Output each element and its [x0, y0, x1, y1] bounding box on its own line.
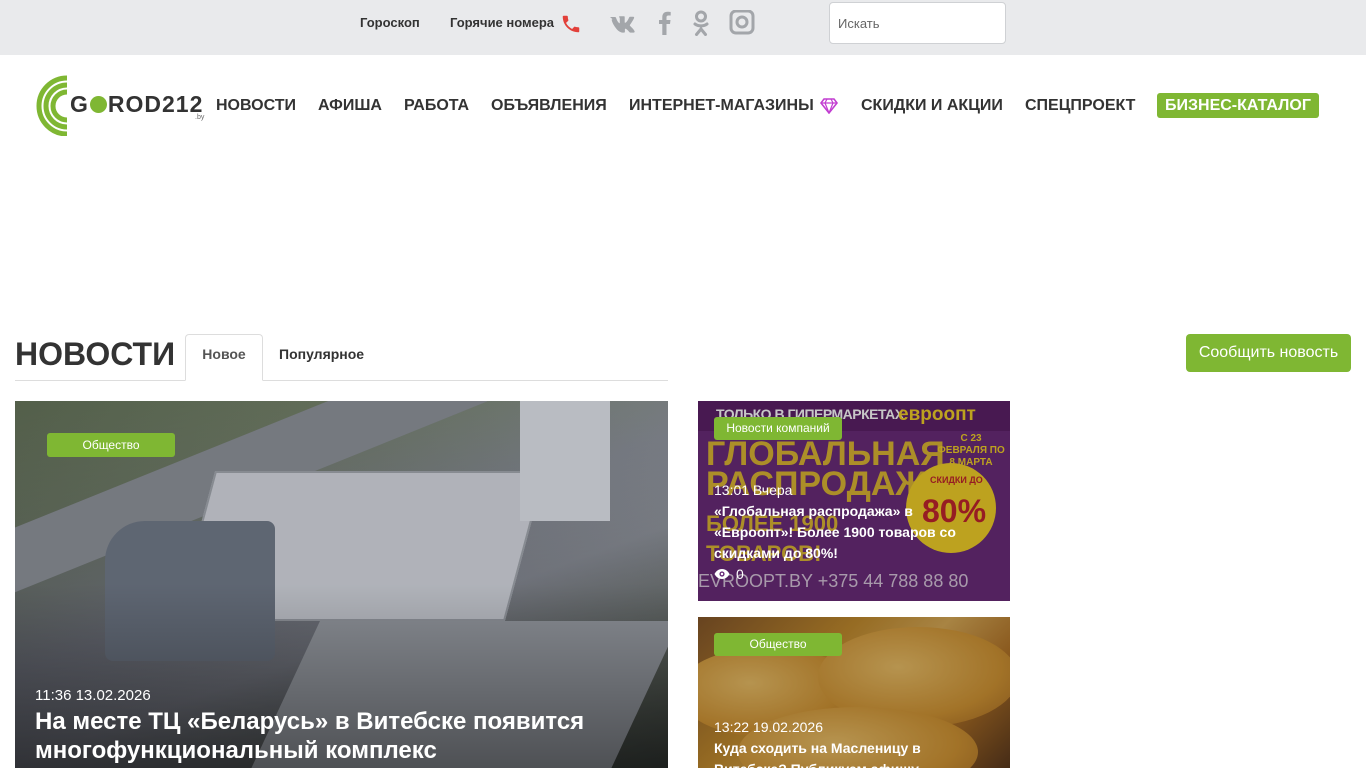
page-title: НОВОСТИ: [15, 336, 176, 372]
top-bar: Гороскоп Горячие номера: [0, 0, 1366, 55]
tabs-divider: [15, 380, 668, 381]
report-news-button[interactable]: Сообщить новость: [1186, 334, 1351, 372]
hotlines-link[interactable]: Горячие номера: [450, 15, 554, 30]
nav-jobs[interactable]: РАБОТА: [404, 97, 469, 115]
views-counter: 0: [714, 566, 744, 582]
logo-text-g: G: [70, 91, 89, 117]
news-title[interactable]: Куда сходить на Масленицу в Витебске? Пу…: [714, 738, 974, 768]
news-card[interactable]: Общество 13:22 19.02.2026 Куда сходить н…: [698, 617, 1010, 768]
category-badge[interactable]: Новости компаний: [714, 417, 842, 440]
tab-popular[interactable]: Популярное: [279, 346, 364, 362]
nav-discounts[interactable]: СКИДКИ И АКЦИИ: [861, 97, 1003, 115]
facebook-icon[interactable]: [651, 10, 679, 36]
news-date: 13:22 19.02.2026: [714, 719, 823, 735]
logo-text[interactable]: G ROD212: [70, 91, 203, 118]
odnoklassniki-icon[interactable]: [687, 10, 715, 36]
search-input[interactable]: [829, 2, 1006, 44]
logo-text-rest: ROD212: [107, 91, 204, 117]
tab-new[interactable]: Новое: [185, 334, 263, 381]
horoscope-link[interactable]: Гороскоп: [360, 15, 420, 30]
featured-news-card[interactable]: Общество 11:36 13.02.2026 На месте ТЦ «Б…: [15, 401, 668, 768]
nav-business-catalog[interactable]: БИЗНЕС-КАТАЛОГ: [1157, 93, 1319, 118]
news-title[interactable]: На месте ТЦ «Беларусь» в Витебске появит…: [35, 707, 635, 765]
news-card[interactable]: ТОЛЬКО В ГИПЕРМАРКЕТАХ евроопт С 23 ФЕВР…: [698, 401, 1010, 601]
news-date: 11:36 13.02.2026: [35, 687, 151, 704]
category-badge[interactable]: Общество: [47, 433, 175, 457]
diamond-icon: [820, 98, 838, 114]
nav-afisha[interactable]: АФИША: [318, 97, 382, 115]
views-count: 0: [736, 566, 744, 582]
news-title[interactable]: «Глобальная распродажа» в «Евроопт»! Бол…: [714, 501, 974, 564]
nav-special[interactable]: СПЕЦПРОЕКТ: [1025, 97, 1135, 115]
nav-shops[interactable]: ИНТЕРНЕТ-МАГАЗИНЫ: [629, 97, 814, 115]
phone-icon[interactable]: [560, 13, 582, 35]
nav-ads[interactable]: ОБЪЯВЛЕНИЯ: [491, 97, 607, 115]
logo-dot-icon: [89, 96, 107, 113]
vk-icon[interactable]: [609, 10, 637, 36]
instagram-icon[interactable]: [728, 10, 756, 36]
nav-news[interactable]: НОВОСТИ: [216, 97, 296, 115]
logo-domain: .by: [195, 114, 205, 121]
category-badge[interactable]: Общество: [714, 633, 842, 656]
eye-icon: [714, 569, 730, 579]
news-date: 13:01 Вчера: [714, 482, 793, 498]
